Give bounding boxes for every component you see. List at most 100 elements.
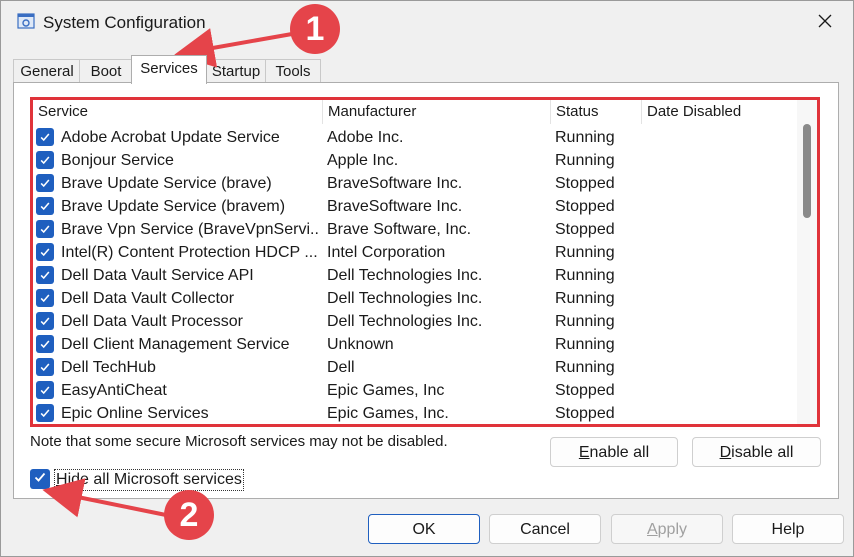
service-checkbox[interactable] <box>36 312 54 330</box>
service-checkbox[interactable] <box>36 197 54 215</box>
tab-startup[interactable]: Startup <box>205 59 267 84</box>
service-checkbox[interactable] <box>36 220 54 238</box>
service-row[interactable]: Brave Update Service (brave) BraveSoftwar… <box>33 172 799 195</box>
service-status: Stopped <box>555 382 615 399</box>
service-date-disabled <box>646 172 796 195</box>
service-date-disabled <box>646 356 796 379</box>
service-name: Adobe Acrobat Update Service <box>61 129 280 146</box>
service-name: Dell TechHub <box>61 359 156 376</box>
service-status: Running <box>555 129 615 146</box>
checkmark-icon <box>40 340 50 349</box>
tab-general[interactable]: General <box>13 59 81 84</box>
service-checkbox[interactable] <box>36 128 54 146</box>
checkmark-icon <box>40 133 50 142</box>
service-name: Dell Data Vault Collector <box>61 290 235 307</box>
help-button[interactable]: Help <box>732 514 844 544</box>
service-status: Running <box>555 244 615 261</box>
checkmark-icon <box>40 248 50 257</box>
service-manufacturer: Unknown <box>327 336 394 353</box>
service-row[interactable]: Adobe Acrobat Update Service Adobe Inc. Ru… <box>33 126 799 149</box>
services-list: Service Manufacturer Status Date Disable… <box>30 97 820 427</box>
service-row[interactable]: Brave Update Service (bravem) BraveSoftwa… <box>33 195 799 218</box>
service-date-disabled <box>646 218 796 241</box>
tab-services[interactable]: Services <box>131 55 207 84</box>
column-header-date-disabled[interactable]: Date Disabled <box>642 100 799 124</box>
service-status: Stopped <box>555 175 615 192</box>
service-checkbox[interactable] <box>36 358 54 376</box>
column-header-manufacturer[interactable]: Manufacturer <box>323 100 551 124</box>
checkmark-icon <box>40 179 50 188</box>
service-row[interactable]: Dell Client Management Service Unknown Run… <box>33 333 799 356</box>
service-row[interactable]: Dell Data Vault Processor Dell Technologi… <box>33 310 799 333</box>
system-configuration-window: System Configuration General Boot Servic… <box>0 0 854 557</box>
column-header-status[interactable]: Status <box>551 100 642 124</box>
close-button[interactable] <box>797 1 853 45</box>
column-header-service[interactable]: Service <box>33 100 323 124</box>
service-checkbox[interactable] <box>36 151 54 169</box>
service-status: Running <box>555 359 615 376</box>
vertical-scrollbar[interactable] <box>797 100 817 424</box>
service-name: Epic Online Services <box>61 405 209 422</box>
service-date-disabled <box>646 149 796 172</box>
tab-boot[interactable]: Boot <box>79 59 133 84</box>
service-row[interactable]: Dell Data Vault Collector Dell Technologi… <box>33 287 799 310</box>
disable-all-button[interactable]: Disable all <box>692 437 821 467</box>
service-status: Stopped <box>555 221 615 238</box>
service-manufacturer: Adobe Inc. <box>327 129 404 146</box>
service-checkbox[interactable] <box>36 404 54 422</box>
service-row[interactable]: Brave Vpn Service (BraveVpnServi... Brave… <box>33 218 799 241</box>
service-row[interactable]: Dell Data Vault Service API Dell Technolo… <box>33 264 799 287</box>
scrollbar-thumb[interactable] <box>803 124 811 218</box>
service-manufacturer: Intel Corporation <box>327 244 446 261</box>
service-row[interactable]: EasyAntiCheat Epic Games, Inc Stopped <box>33 379 799 402</box>
service-date-disabled <box>646 379 796 402</box>
window-title: System Configuration <box>43 13 206 32</box>
service-manufacturer: Epic Games, Inc. <box>327 405 449 422</box>
service-row[interactable]: Epic Online Services Epic Games, Inc. Stop… <box>33 402 799 424</box>
service-status: Running <box>555 152 615 169</box>
enable-all-label: Enable all <box>578 444 650 461</box>
service-manufacturer: BraveSoftware Inc. <box>327 175 463 192</box>
service-name: Bonjour Service <box>61 152 174 169</box>
service-checkbox[interactable] <box>36 174 54 192</box>
hide-microsoft-services-checkbox[interactable] <box>30 469 50 489</box>
service-name: EasyAntiCheat <box>61 382 167 399</box>
service-name: Brave Update Service (brave) <box>61 175 272 192</box>
title-bar: System Configuration <box>1 1 853 45</box>
service-manufacturer: BraveSoftware Inc. <box>327 198 463 215</box>
service-manufacturer: Brave Software, Inc. <box>327 221 472 238</box>
service-checkbox[interactable] <box>36 266 54 284</box>
checkmark-icon <box>40 363 50 372</box>
service-name: Dell Client Management Service <box>61 336 290 353</box>
service-row[interactable]: Dell TechHub Dell Running <box>33 356 799 379</box>
checkmark-icon <box>40 156 50 165</box>
service-manufacturer: Dell Technologies Inc. <box>327 313 483 330</box>
checkmark-icon <box>40 409 50 418</box>
checkmark-icon <box>40 271 50 280</box>
service-status: Stopped <box>555 198 615 215</box>
service-row[interactable]: Bonjour Service Apple Inc. Running <box>33 149 799 172</box>
hide-microsoft-services-label[interactable]: Hide all Microsoft services <box>54 469 244 491</box>
disable-all-label: Disable all <box>719 444 794 461</box>
service-checkbox[interactable] <box>36 289 54 307</box>
service-checkbox[interactable] <box>36 335 54 353</box>
service-status: Running <box>555 267 615 284</box>
checkmark-icon <box>40 386 50 395</box>
checkmark-icon <box>40 294 50 303</box>
checkmark-icon <box>40 317 50 326</box>
apply-button[interactable]: Apply <box>611 514 723 544</box>
service-checkbox[interactable] <box>36 381 54 399</box>
ok-button[interactable]: OK <box>368 514 480 544</box>
service-manufacturer: Dell Technologies Inc. <box>327 290 483 307</box>
service-date-disabled <box>646 264 796 287</box>
tab-tools[interactable]: Tools <box>265 59 321 84</box>
service-date-disabled <box>646 195 796 218</box>
service-checkbox[interactable] <box>36 243 54 261</box>
close-icon <box>817 13 833 34</box>
secure-services-note: Note that some secure Microsoft services… <box>30 433 448 450</box>
service-status: Stopped <box>555 405 615 422</box>
service-row[interactable]: Intel(R) Content Protection HDCP ... Inte… <box>33 241 799 264</box>
enable-all-button[interactable]: Enable all <box>550 437 678 467</box>
service-manufacturer: Apple Inc. <box>327 152 399 169</box>
cancel-button[interactable]: Cancel <box>489 514 601 544</box>
